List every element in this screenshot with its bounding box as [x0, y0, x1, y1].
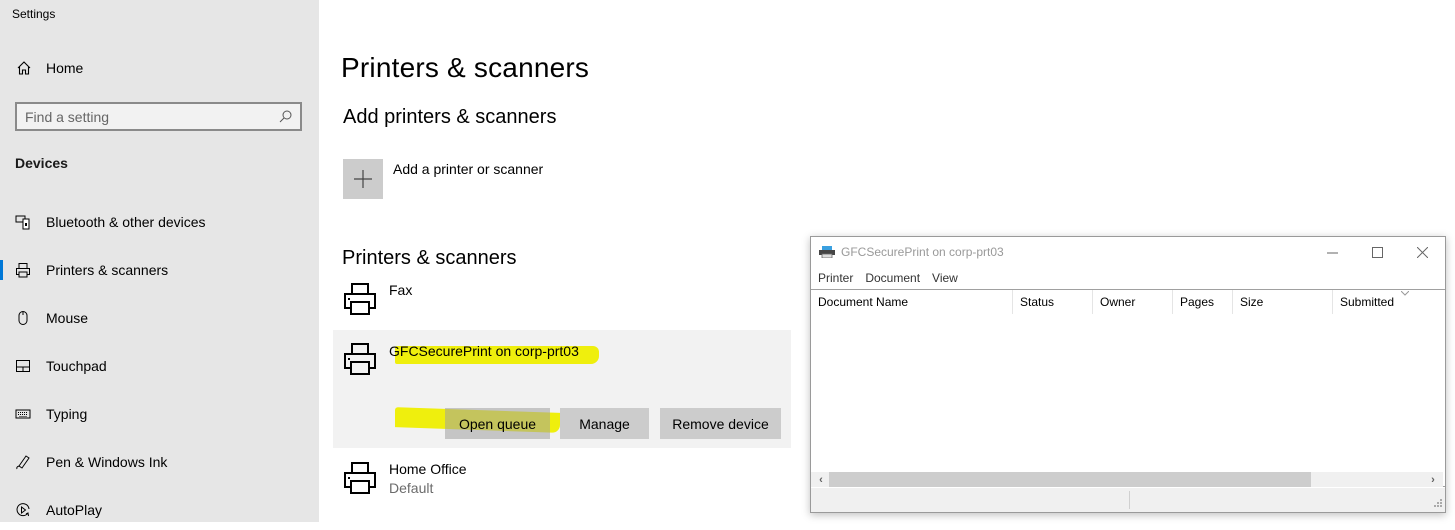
- sort-descending-icon: [1401, 291, 1409, 296]
- menu-document[interactable]: Document: [865, 271, 920, 285]
- autoplay-icon: [16, 503, 30, 517]
- menu-printer[interactable]: Printer: [818, 271, 853, 285]
- pen-icon: [16, 455, 30, 470]
- bluetooth-devices-icon: [15, 215, 30, 230]
- printer-name: Fax: [389, 282, 413, 298]
- print-queue-window: GFCSecurePrint on corp-prt03 Printer Doc…: [810, 236, 1446, 513]
- printers-list-title: Printers & scanners: [342, 247, 517, 269]
- button-label: Remove device: [672, 415, 769, 432]
- sidebar-home[interactable]: Home: [16, 60, 83, 76]
- manage-button[interactable]: Manage: [560, 408, 649, 439]
- printer-icon: [344, 462, 376, 494]
- column-label: Size: [1240, 295, 1264, 309]
- column-pages[interactable]: Pages: [1173, 290, 1233, 314]
- open-queue-button[interactable]: Open queue: [445, 408, 550, 439]
- sidebar-item-mouse[interactable]: Mouse: [0, 298, 319, 338]
- printer-icon: [344, 283, 376, 315]
- search-icon: [279, 110, 292, 123]
- home-label: Home: [46, 60, 84, 76]
- column-label: Submitted: [1340, 295, 1395, 309]
- printer-color-icon: [819, 246, 835, 258]
- column-status[interactable]: Status: [1013, 290, 1093, 314]
- horizontal-scrollbar[interactable]: ‹ ›: [811, 472, 1443, 487]
- printer-name: Home Office: [389, 461, 467, 477]
- sidebar-item-label: Mouse: [46, 310, 89, 326]
- sidebar-item-label: Typing: [46, 406, 88, 422]
- scroll-left-arrow-icon[interactable]: ‹: [813, 472, 829, 487]
- column-label: Owner: [1100, 295, 1136, 309]
- resize-grip-icon[interactable]: [1432, 499, 1442, 509]
- button-label: Open queue: [458, 415, 537, 432]
- home-icon: [17, 61, 31, 75]
- button-label: Manage: [579, 415, 630, 432]
- minimize-button[interactable]: [1309, 237, 1355, 267]
- printer-item-home-office[interactable]: Home Office Default: [333, 455, 791, 505]
- add-printer-label[interactable]: Add a printer or scanner: [393, 161, 543, 177]
- status-divider: [1129, 491, 1130, 509]
- menu-bar: Printer Document View: [811, 268, 963, 288]
- minimize-icon: [1326, 252, 1338, 253]
- maximize-button[interactable]: [1354, 237, 1400, 267]
- maximize-icon: [1371, 246, 1383, 258]
- sidebar-item-pen[interactable]: Pen & Windows Ink: [0, 442, 319, 482]
- sidebar-item-label: AutoPlay: [46, 502, 103, 518]
- close-icon: [1416, 246, 1428, 258]
- sidebar-item-bluetooth[interactable]: Bluetooth & other devices: [0, 202, 319, 242]
- column-submitted[interactable]: Submitted: [1333, 290, 1443, 314]
- search-placeholder: Find a setting: [25, 108, 110, 125]
- column-label: Document Name: [818, 295, 909, 309]
- column-size[interactable]: Size: [1233, 290, 1333, 314]
- scrollbar-thumb[interactable]: [829, 472, 1311, 487]
- app-title: Settings: [12, 7, 56, 21]
- printer-item-fax[interactable]: Fax: [333, 278, 791, 328]
- remove-device-button[interactable]: Remove device: [660, 408, 781, 439]
- menu-view[interactable]: View: [932, 271, 958, 285]
- printer-item-gfcsecureprint[interactable]: GFCSecurePrint on corp-prt03 Open queue …: [333, 330, 791, 448]
- scroll-right-arrow-icon[interactable]: ›: [1425, 472, 1441, 487]
- sidebar-item-typing[interactable]: Typing: [0, 394, 319, 434]
- window-title: GFCSecurePrint on corp-prt03: [841, 245, 1004, 259]
- search-input[interactable]: Find a setting: [15, 102, 302, 131]
- sidebar-item-label: Printers & scanners: [46, 262, 169, 278]
- sidebar-item-label: Bluetooth & other devices: [46, 214, 206, 230]
- sidebar-item-label: Pen & Windows Ink: [46, 454, 168, 470]
- status-bar: [811, 488, 1445, 512]
- printer-name: GFCSecurePrint on corp-prt03: [389, 343, 579, 359]
- column-label: Pages: [1180, 295, 1215, 309]
- column-label: Status: [1020, 295, 1055, 309]
- printer-icon: [16, 263, 30, 278]
- plus-icon: [354, 170, 372, 188]
- add-section-title: Add printers & scanners: [343, 106, 557, 128]
- queue-list[interactable]: Document Name Status Owner Pages Size Su…: [811, 289, 1445, 487]
- close-button[interactable]: [1399, 237, 1445, 267]
- touchpad-icon: [16, 360, 30, 372]
- sidebar-item-touchpad[interactable]: Touchpad: [0, 346, 319, 386]
- printer-default-label: Default: [389, 480, 434, 496]
- column-owner[interactable]: Owner: [1093, 290, 1173, 314]
- mouse-icon: [18, 311, 28, 325]
- section-heading: Devices: [15, 155, 68, 171]
- column-document-name[interactable]: Document Name: [811, 290, 1013, 314]
- sidebar-item-label: Touchpad: [46, 358, 107, 374]
- page-title: Printers & scanners: [341, 52, 590, 83]
- sidebar-item-autoplay[interactable]: AutoPlay: [0, 490, 319, 530]
- keyboard-icon: [15, 409, 31, 419]
- printer-icon: [344, 343, 376, 375]
- sidebar-item-printers[interactable]: Printers & scanners: [0, 250, 319, 290]
- add-printer-button[interactable]: [343, 159, 383, 199]
- sidebar: Settings Home Find a setting Devices Blu…: [0, 0, 319, 522]
